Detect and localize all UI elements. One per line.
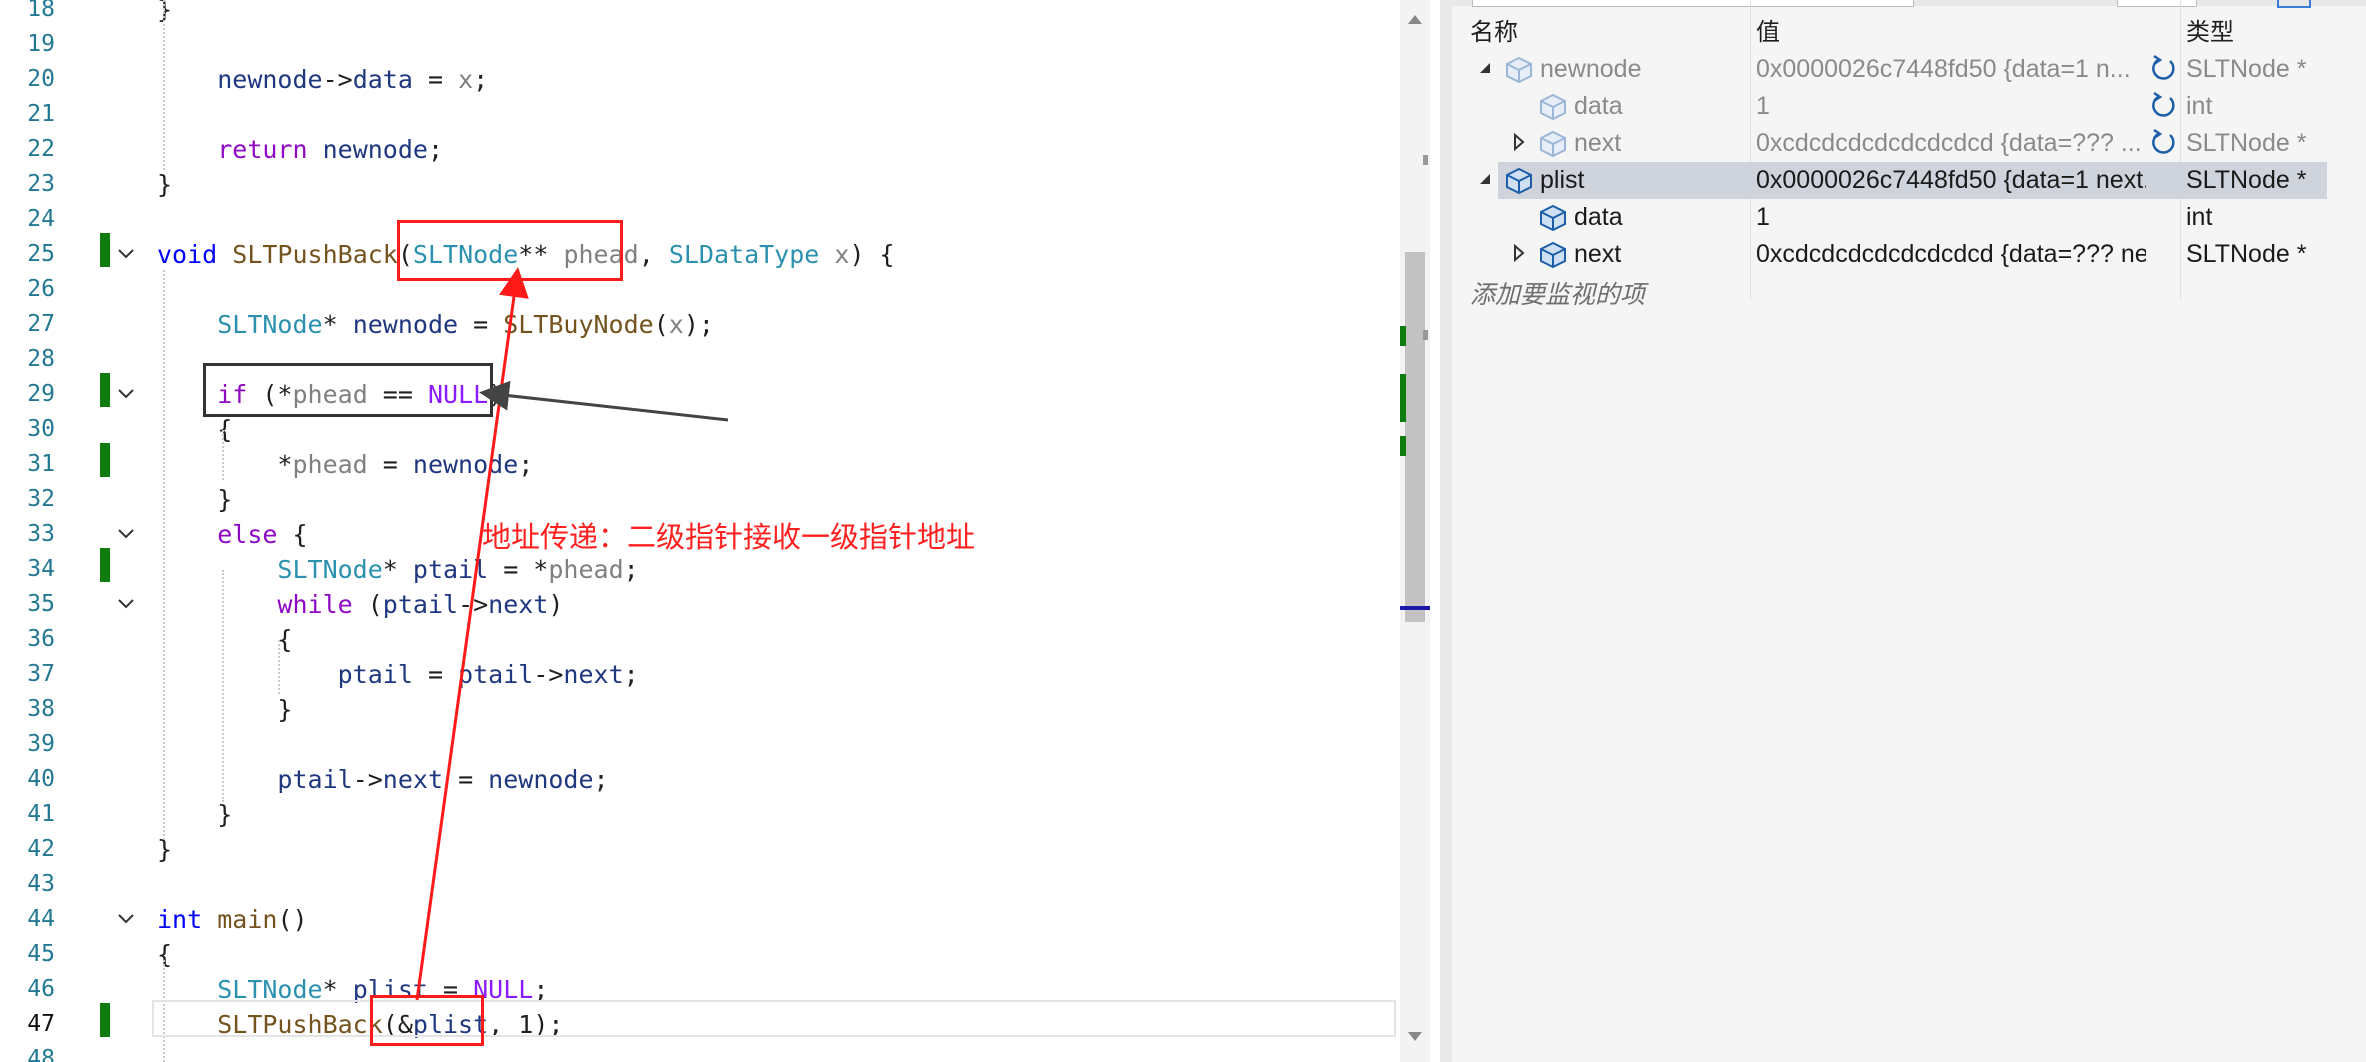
watch-name: data xyxy=(1574,92,1623,120)
code-editor[interactable]: 18} 19 20 newnode->data = x; 21 22 return ne… xyxy=(0,0,1440,1062)
scroll-marker xyxy=(1423,330,1428,340)
watch-row[interactable]: data 1 int xyxy=(1452,88,2327,125)
scroll-marker-change xyxy=(1400,374,1406,422)
column-header-value[interactable]: 值 xyxy=(1756,12,1780,47)
watch-value[interactable]: 1 xyxy=(1756,203,2146,232)
watch-type: SLTNode * xyxy=(2186,240,2307,268)
scroll-marker-change xyxy=(1400,326,1406,346)
annotation-text: 地址传递：二级指针接收一级指针地址 xyxy=(482,520,976,554)
toolbar-button-edge[interactable] xyxy=(2117,0,2197,7)
add-watch-item[interactable]: 添加要监视的项 xyxy=(1470,275,1645,311)
watch-row[interactable]: newnode 0x0000026c7448fd50 {data=1 n... SL… xyxy=(1452,51,2327,88)
variable-icon xyxy=(1538,203,1568,233)
refresh-icon[interactable] xyxy=(2148,53,2178,83)
variable-icon xyxy=(1538,92,1568,122)
scroll-up-arrow-icon[interactable] xyxy=(1406,12,1424,26)
watch-value[interactable]: 0x0000026c7448fd50 {data=1 next... xyxy=(1756,166,2146,195)
watch-type: SLTNode * xyxy=(2186,166,2307,194)
vertical-scrollbar[interactable] xyxy=(1400,0,1430,1062)
scroll-thumb[interactable] xyxy=(1405,252,1425,622)
collapse-triangle-icon[interactable] xyxy=(1478,61,1492,75)
watch-name: newnode xyxy=(1540,55,1642,83)
watch-row[interactable]: next 0xcdcdcdcdcdcdcdcd {data=??? ... SLTN… xyxy=(1452,125,2327,162)
watch-row[interactable]: data 1 int xyxy=(1452,199,2327,236)
watch-window: 名称 值 类型 newnode 0x0000026c7448fd50 {data=… xyxy=(1452,0,2366,1062)
expand-triangle-icon[interactable] xyxy=(1512,133,1526,151)
arrow-red xyxy=(415,267,529,1001)
toolbar-button-edge[interactable] xyxy=(2277,0,2311,8)
variable-icon xyxy=(1504,55,1534,85)
scroll-marker xyxy=(1423,155,1428,165)
watch-value[interactable]: 0x0000026c7448fd50 {data=1 n... xyxy=(1756,55,2146,84)
collapse-triangle-icon[interactable] xyxy=(1478,172,1492,186)
refresh-icon[interactable] xyxy=(2148,127,2178,157)
watch-name: next xyxy=(1574,240,1622,268)
column-header-name[interactable]: 名称 xyxy=(1470,12,1518,47)
variable-icon xyxy=(1504,166,1534,196)
watch-row[interactable]: next 0xcdcdcdcdcdcdcdcd {data=??? ne... SL… xyxy=(1452,236,2327,273)
watch-value[interactable]: 0xcdcdcdcdcdcdcdcd {data=??? ne... xyxy=(1756,240,2146,269)
pane-splitter[interactable] xyxy=(1440,0,1452,1062)
scroll-marker-change xyxy=(1400,436,1406,456)
variable-icon xyxy=(1538,240,1568,270)
watch-type: SLTNode * xyxy=(2186,55,2307,83)
watch-type: SLTNode * xyxy=(2186,129,2307,157)
watch-row[interactable]: plist 0x0000026c7448fd50 {data=1 next... S… xyxy=(1480,162,2327,199)
watch-type: int xyxy=(2186,203,2213,231)
variable-icon xyxy=(1538,129,1568,159)
scroll-caret-marker xyxy=(1400,606,1430,610)
watch-name: plist xyxy=(1540,166,1585,194)
watch-name: data xyxy=(1574,203,1623,231)
watch-value[interactable]: 1 xyxy=(1756,92,2146,121)
watch-value[interactable]: 0xcdcdcdcdcdcdcdcd {data=??? ... xyxy=(1756,129,2146,158)
column-header-type[interactable]: 类型 xyxy=(2186,12,2234,47)
scroll-down-arrow-icon[interactable] xyxy=(1406,1030,1424,1044)
expand-triangle-icon[interactable] xyxy=(1512,244,1526,262)
arrow-dark xyxy=(479,380,729,422)
refresh-icon[interactable] xyxy=(2148,90,2178,120)
search-box-edge[interactable] xyxy=(1472,0,1914,7)
watch-type: int xyxy=(2186,92,2213,120)
watch-name: next xyxy=(1574,129,1622,157)
